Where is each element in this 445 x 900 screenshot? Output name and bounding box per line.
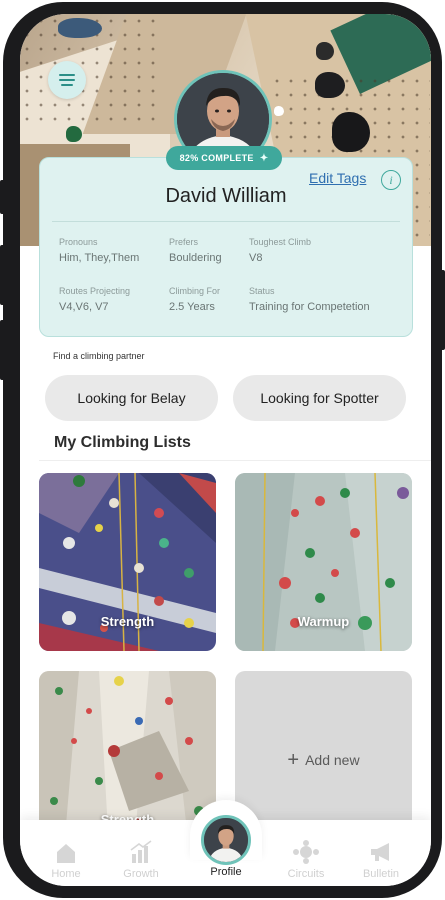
tab-label: Circuits [287, 868, 325, 880]
field-value: V4,V6, V7 [59, 301, 109, 313]
looking-for-belay-button[interactable]: Looking for Belay [45, 375, 218, 421]
avatar [204, 818, 248, 862]
field-label: Status [249, 286, 275, 296]
growth-chart-icon [130, 840, 152, 863]
find-partner-label: Find a climbing partner [53, 351, 145, 361]
edit-tags-link[interactable]: Edit Tags [309, 170, 366, 186]
section-divider [39, 460, 431, 461]
field-label: Climbing For [169, 286, 221, 296]
profile-completion-badge[interactable]: 82% COMPLETE ✦ [166, 146, 282, 170]
profile-name: David William [165, 185, 287, 207]
field-value: Training for Competetion [249, 301, 370, 313]
tab-label: Home [51, 868, 81, 880]
tab-growth[interactable]: Growth [110, 840, 172, 880]
field-toughest-climb: Toughest Climb V8 [249, 237, 311, 264]
add-new-label: Add new [305, 752, 360, 768]
app-screen: 82% COMPLETE ✦ David William Edit Tags i… [20, 14, 431, 886]
tab-label: Bulletin [362, 868, 400, 880]
phone-frame: 82% COMPLETE ✦ David William Edit Tags i… [3, 2, 442, 898]
tab-profile-avatar[interactable] [201, 815, 251, 865]
completion-text: 82% COMPLETE [179, 153, 254, 163]
tab-circuits[interactable]: Circuits [275, 840, 337, 880]
field-status: Status Training for Competetion [249, 286, 370, 313]
field-routes-projecting: Routes Projecting V4,V6, V7 [59, 286, 130, 313]
list-tile-strength[interactable]: Strength [39, 473, 216, 651]
menu-button[interactable] [48, 61, 86, 99]
info-icon[interactable]: i [381, 170, 401, 190]
field-value: V8 [249, 252, 263, 264]
circuits-icon [293, 840, 319, 864]
field-label: Pronouns [59, 237, 98, 247]
tab-label: Profile [210, 866, 242, 878]
list-tile-label: Warmup [297, 614, 350, 629]
field-value: Bouldering [169, 252, 222, 264]
field-value: Him, They,Them [59, 252, 140, 264]
list-tile-warmup[interactable]: Warmup [235, 473, 412, 651]
field-label: Toughest Climb [249, 237, 312, 247]
menu-icon [59, 74, 75, 76]
tab-label: Growth [123, 868, 159, 880]
climbing-lists-title: My Climbing Lists [54, 434, 191, 451]
field-pronouns: Pronouns Him, They,Them [59, 237, 139, 264]
home-icon [57, 844, 75, 863]
tab-profile[interactable]: Profile [195, 866, 257, 878]
sparkle-icon: ✦ [259, 152, 269, 164]
tab-home[interactable]: Home [35, 840, 97, 880]
field-prefers: Prefers Bouldering [169, 237, 222, 264]
field-label: Routes Projecting [59, 286, 131, 296]
list-tile-label: Strength [100, 614, 155, 629]
plus-icon: + [287, 749, 300, 771]
megaphone-icon [371, 843, 389, 861]
field-climbing-for: Climbing For 2.5 Years [169, 286, 220, 313]
looking-for-spotter-button[interactable]: Looking for Spotter [233, 375, 406, 421]
card-divider [52, 221, 400, 222]
field-value: 2.5 Years [169, 301, 215, 313]
tab-bulletin[interactable]: Bulletin [350, 840, 412, 880]
profile-card: David William Edit Tags i Pronouns Him, … [39, 157, 413, 337]
field-label: Prefers [169, 237, 199, 247]
